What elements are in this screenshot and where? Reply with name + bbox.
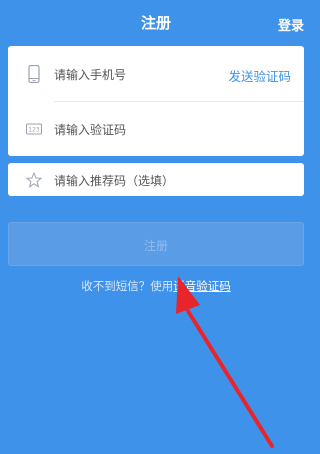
register-button[interactable]: 注册 [8, 222, 304, 266]
register-button-label: 注册 [143, 239, 168, 253]
phone-input[interactable]: 请输入手机号 [54, 66, 126, 83]
page-title: 注册 [140, 14, 171, 32]
voice-hint-text: 收不到短信？使用 [81, 279, 174, 293]
phone-field[interactable]: 请输入手机号 发送验证码 [8, 46, 304, 101]
header-bar: 注册 登录 [0, 0, 312, 44]
form-card: 请输入手机号 发送验证码 123 请输入验证码 [8, 46, 304, 156]
svg-text:123: 123 [28, 127, 40, 134]
star-icon [25, 171, 43, 188]
code-field[interactable]: 123 请输入验证码 [8, 101, 304, 156]
login-link[interactable]: 登录 [278, 15, 304, 34]
referral-input[interactable]: 请输入推荐码（选填） [54, 172, 174, 189]
send-code-button[interactable]: 发送验证码 [228, 66, 291, 85]
code-input[interactable]: 请输入验证码 [54, 121, 126, 138]
phone-icon [26, 64, 42, 84]
code-icon: 123 [26, 120, 42, 138]
voice-code-link[interactable]: 语音验证码 [173, 279, 231, 293]
voice-code-hint: 收不到短信？使用语音验证码 [0, 278, 312, 294]
referral-field[interactable]: 请输入推荐码（选填） [8, 163, 304, 196]
